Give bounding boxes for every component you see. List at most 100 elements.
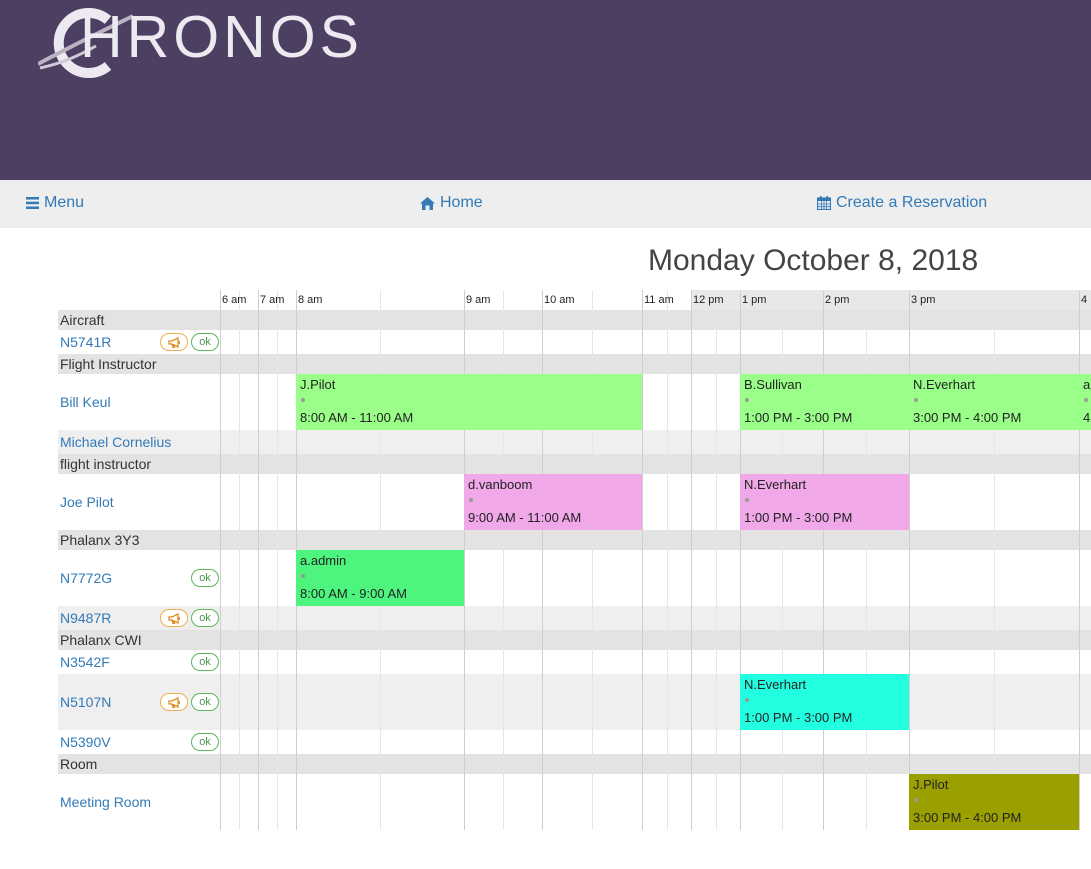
category-label: Room [60,756,98,772]
resource-link[interactable]: Meeting Room [60,794,151,810]
bullet-icon [914,398,918,402]
resource-link[interactable]: Joe Pilot [60,494,114,510]
schedule-grid: 6 am 7 am 8 am 9 am 10 am 11 am 12 pm 1 pm 2 pm 3… [0,0,1091,869]
reservation-pilot: B.Sullivan [744,377,802,392]
category-row [58,630,1091,650]
reservation-block[interactable]: J.Pilot 3:00 PM - 4:00 PM [909,774,1079,830]
reservation-time: 1:00 PM - 3:00 PM [744,710,853,725]
resource-link[interactable]: Bill Keul [60,394,111,410]
hour-gridline [464,290,465,830]
category-row [58,530,1091,550]
status-ok-badge[interactable]: ok [191,693,219,711]
hour-gridline [691,290,692,830]
reservation-block[interactable]: B.Sullivan 1:00 PM - 3:00 PM [740,374,909,430]
reservation-block[interactable]: a.admin 8:00 AM - 9:00 AM [296,550,464,606]
resource-link[interactable]: Michael Cornelius [60,434,171,450]
bullet-icon [745,698,749,702]
time-tick-label: 3 pm [911,294,936,306]
time-tick-label: 7 am [260,294,285,306]
bullhorn-icon [167,612,180,624]
status-ok-badge[interactable]: ok [191,653,219,671]
bullet-icon [301,398,305,402]
reservation-block[interactable]: N.Everhart 1:00 PM - 3:00 PM [740,474,909,530]
bullet-icon [469,498,473,502]
reservation-time: 3:00 PM - 4:00 PM [913,810,1022,825]
resource-link[interactable]: N5107N [60,694,111,710]
resource-link[interactable]: N5390V [60,734,111,750]
hour-gridline [258,290,259,830]
status-ok-badge[interactable]: ok [191,333,219,351]
reservation-time: 1:00 PM - 3:00 PM [744,410,853,425]
bullhorn-icon [167,696,180,708]
reservation-pilot: N.Everhart [913,377,976,392]
bullet-icon [1084,398,1088,402]
reservation-pilot: a [1083,377,1091,392]
time-tick-label: 1 pm [742,294,767,306]
category-label: Phalanx CWI [60,632,142,648]
half-hour-gridline [592,290,593,830]
half-hour-gridline [667,290,668,830]
bullet-icon [745,398,749,402]
time-tick-label: 12 pm [693,294,724,306]
resource-row [58,430,1091,454]
resource-link[interactable]: N7772G [60,570,112,586]
category-row [58,354,1091,374]
reservation-time: 3:00 PM - 4:00 PM [913,410,1022,425]
reservation-block[interactable]: d.vanboom 9:00 AM - 11:00 AM [464,474,642,530]
hour-gridline [220,290,221,830]
category-label: flight instructor [60,456,152,472]
hour-gridline [823,290,824,830]
half-hour-gridline [994,290,995,830]
time-tick-label: 10 am [544,294,575,306]
time-tick-label: 9 am [466,294,491,306]
reservation-time: 9:00 AM - 11:00 AM [468,510,582,525]
hour-gridline [1079,290,1080,830]
half-hour-gridline [239,290,240,830]
squawk-alert-badge[interactable] [160,333,188,351]
half-hour-gridline [277,290,278,830]
bullhorn-icon [167,336,180,348]
bullet-icon [301,574,305,578]
time-tick-label: 2 pm [825,294,850,306]
time-tick-label: 6 am [222,294,247,306]
reservation-pilot: N.Everhart [744,477,807,492]
reservation-pilot: J.Pilot [300,377,336,392]
resource-link[interactable]: N3542F [60,654,110,670]
hour-gridline [740,290,741,830]
category-row [58,454,1091,474]
squawk-alert-badge[interactable] [160,609,188,627]
reservation-pilot: N.Everhart [744,677,807,692]
reservation-block[interactable]: J.Pilot 8:00 AM - 11:00 AM [296,374,642,430]
resource-link[interactable]: N5741R [60,334,111,350]
status-ok-badge[interactable]: ok [191,569,219,587]
bullet-icon [914,798,918,802]
time-tick-label: 8 am [298,294,323,306]
category-row [58,754,1091,774]
reservation-block[interactable]: a4 [1079,374,1091,430]
category-label: Aircraft [60,312,105,328]
category-row [58,310,1091,330]
time-tick-label: 4 [1081,294,1088,306]
half-hour-gridline [866,290,867,830]
reservation-pilot: J.Pilot [913,777,949,792]
bullet-icon [745,498,749,502]
reservation-time: 1:00 PM - 3:00 PM [744,510,853,525]
hour-gridline [542,290,543,830]
category-label: Phalanx 3Y3 [60,532,140,548]
resource-link[interactable]: N9487R [60,610,111,626]
half-hour-gridline [782,290,783,830]
status-ok-badge[interactable]: ok [191,609,219,627]
hour-gridline [642,290,643,830]
status-ok-badge[interactable]: ok [191,733,219,751]
half-hour-gridline [716,290,717,830]
reservation-time: 8:00 AM - 11:00 AM [300,410,414,425]
reservation-block[interactable]: N.Everhart 1:00 PM - 3:00 PM [740,674,909,730]
reservation-pilot: a.admin [300,553,347,568]
time-tick-label: 11 am [644,294,674,306]
reservation-time: 8:00 AM - 9:00 AM [300,586,407,601]
reservation-pilot: d.vanboom [468,477,533,492]
squawk-alert-badge[interactable] [160,693,188,711]
reservation-block[interactable]: N.Everhart 3:00 PM - 4:00 PM [909,374,1079,430]
reservation-time: 4 [1083,410,1091,425]
half-hour-gridline [503,290,504,830]
